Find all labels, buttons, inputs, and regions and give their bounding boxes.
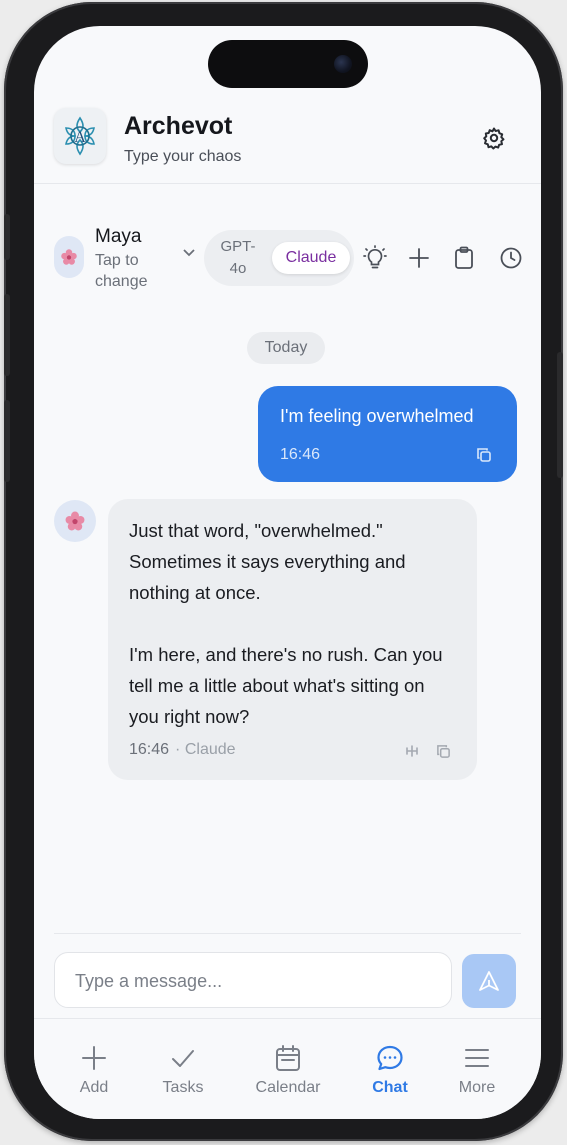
chevron-down-icon[interactable] [182,246,196,260]
model-option-gpt[interactable]: GPT-4o [214,236,262,280]
app-screen: A Archevot Type your chaos Maya Tap to c… [34,26,541,1119]
new-chat-plus-icon[interactable] [405,244,433,272]
send-button[interactable] [462,954,516,1008]
persona-toolbar: Maya Tap to change GPT-4o Claude [34,222,541,292]
user-message-bubble: I'm feeling overwhelmed 16:46 [258,386,517,482]
bottom-nav: Add Tasks Calendar Chat More [34,1018,541,1119]
user-message-time: 16:46 [280,446,321,463]
assistant-message-meta: 16:46 · Claude [129,741,236,758]
message-composer [54,952,452,1008]
calendar-icon [273,1043,303,1073]
assistant-message-model: Claude [184,741,236,758]
chat-bubble-icon [375,1043,405,1073]
message-input[interactable] [75,967,435,995]
composer-divider [54,933,521,934]
plus-icon [79,1043,109,1073]
camera-icon [334,55,352,73]
power-button [557,352,563,478]
lightbulb-icon[interactable] [361,244,389,272]
nav-label: More [458,1079,496,1096]
assistant-message-time: 16:46 [129,741,170,758]
copy-icon[interactable] [475,446,493,464]
nav-label: Add [79,1079,109,1096]
settings-gear-icon[interactable] [480,124,508,152]
app-subtitle: Type your chaos [124,148,242,165]
dynamic-island [208,40,368,88]
assistant-message-bubble: Just that word, "overwhelmed." Sometimes… [108,499,477,780]
app-logo: A [54,108,106,164]
svg-text:A: A [74,129,86,146]
persona-avatar[interactable] [54,236,84,278]
nav-label: Chat [372,1079,408,1096]
history-clock-icon[interactable] [497,244,525,272]
nav-item-chat[interactable]: Chat [360,1019,420,1109]
assistant-message-paragraph: I'm here, and there's no rush. Can you t… [129,644,443,727]
flower-icon [61,249,77,265]
nav-item-tasks[interactable]: Tasks [150,1019,216,1109]
app-header: A Archevot Type your chaos [34,98,541,184]
nav-item-more[interactable]: More [447,1019,507,1109]
persona-hint: Tap to change [95,252,148,290]
user-message-text: I'm feeling overwhelmed [280,406,474,426]
copy-icon[interactable] [435,743,451,759]
check-icon [168,1043,198,1073]
clipboard-icon[interactable] [450,244,478,272]
volume-down-button [4,400,10,482]
date-divider: Today [247,332,325,364]
nav-item-add[interactable]: Add [64,1019,124,1109]
app-title: Archevot [124,112,233,140]
nav-item-calendar[interactable]: Calendar [248,1019,328,1109]
assistant-message-paragraph: Just that word, "overwhelmed." Sometimes… [129,520,406,603]
phone-frame: A Archevot Type your chaos Maya Tap to c… [4,2,563,1141]
assistant-avatar [54,500,96,542]
model-switcher: GPT-4o Claude [204,230,354,286]
nav-label: Calendar [255,1079,321,1096]
persona-name[interactable]: Maya [95,226,141,248]
flower-icon [65,511,85,531]
volume-up-button [4,294,10,376]
send-arrow-icon [479,971,499,991]
action-button [4,214,10,260]
voice-icon[interactable] [404,743,420,759]
lotus-logo-icon: A [65,116,95,156]
model-option-claude[interactable]: Claude [272,242,350,274]
nav-label: Tasks [162,1079,204,1096]
menu-icon [462,1043,492,1073]
